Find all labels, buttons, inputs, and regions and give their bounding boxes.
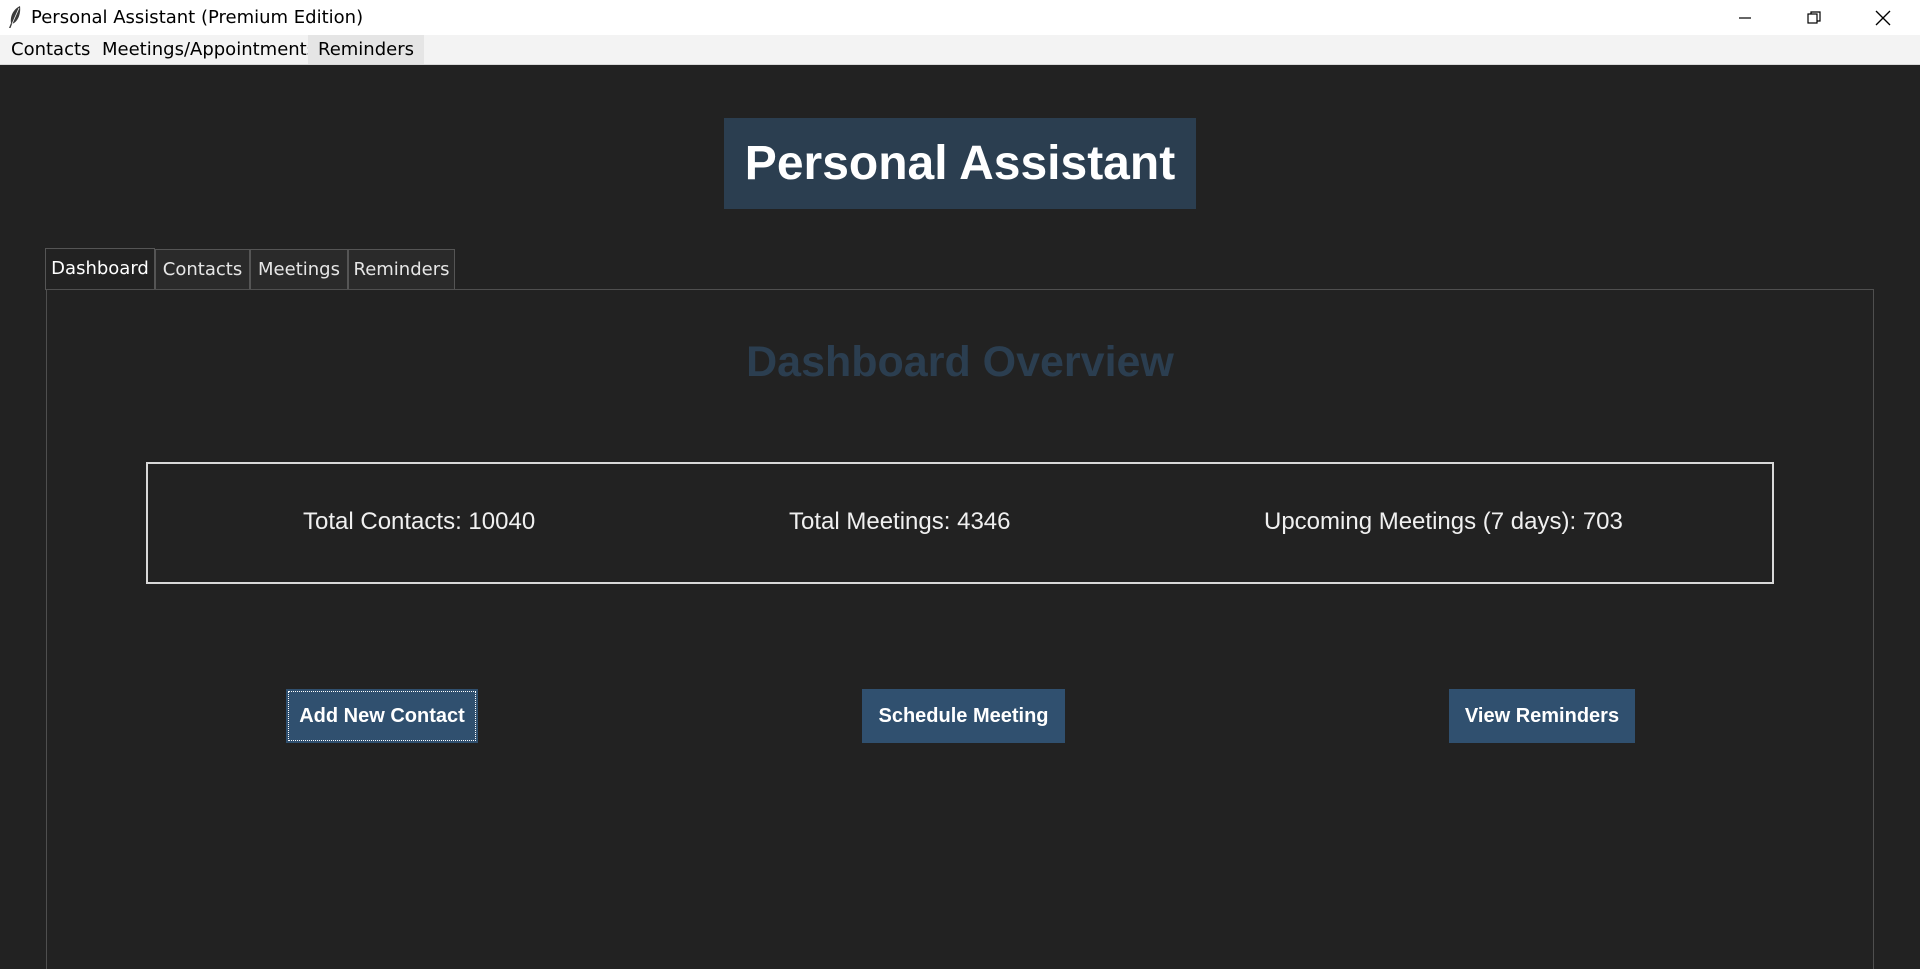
add-new-contact-button[interactable]: Add New Contact (286, 689, 478, 743)
window-title: Personal Assistant (Premium Edition) (31, 7, 364, 28)
dashboard-panel (46, 289, 1874, 969)
close-button[interactable] (1848, 0, 1917, 35)
minimize-button[interactable] (1710, 0, 1779, 35)
restore-button[interactable] (1779, 0, 1848, 35)
stat-total-meetings: Total Meetings: 4346 (789, 508, 1010, 536)
stat-total-contacts: Total Contacts: 10040 (303, 508, 535, 536)
stat-upcoming-meetings-label: Upcoming Meetings (7 days): (1264, 508, 1577, 535)
stat-total-meetings-value: 4346 (957, 508, 1011, 535)
stat-total-meetings-label: Total Meetings: (789, 508, 951, 535)
tab-dashboard[interactable]: Dashboard (45, 248, 155, 290)
schedule-meeting-button[interactable]: Schedule Meeting (862, 689, 1065, 743)
menu-meetings-appointments[interactable]: Meetings/Appointments (92, 35, 326, 64)
menu-reminders[interactable]: Reminders (308, 35, 424, 64)
app-header-title: Personal Assistant (724, 118, 1196, 209)
window-titlebar: Personal Assistant (Premium Edition) (0, 0, 1920, 35)
stat-total-contacts-label: Total Contacts: (303, 508, 462, 535)
menubar: Contacts Meetings/Appointments Reminders (0, 35, 1920, 65)
stat-upcoming-meetings-value: 703 (1582, 508, 1623, 535)
close-icon (1875, 10, 1890, 25)
minimize-icon (1738, 16, 1751, 19)
feather-icon (9, 6, 21, 28)
dashboard-title: Dashboard Overview (746, 338, 1174, 386)
stat-upcoming-meetings: Upcoming Meetings (7 days): 703 (1264, 508, 1623, 536)
restore-icon (1806, 10, 1821, 24)
tab-reminders[interactable]: Reminders (348, 249, 455, 289)
menu-contacts[interactable]: Contacts (1, 35, 100, 64)
tab-meetings[interactable]: Meetings (250, 249, 348, 289)
tab-contacts[interactable]: Contacts (155, 249, 250, 289)
stat-total-contacts-value: 10040 (468, 508, 536, 535)
view-reminders-button[interactable]: View Reminders (1449, 689, 1635, 743)
